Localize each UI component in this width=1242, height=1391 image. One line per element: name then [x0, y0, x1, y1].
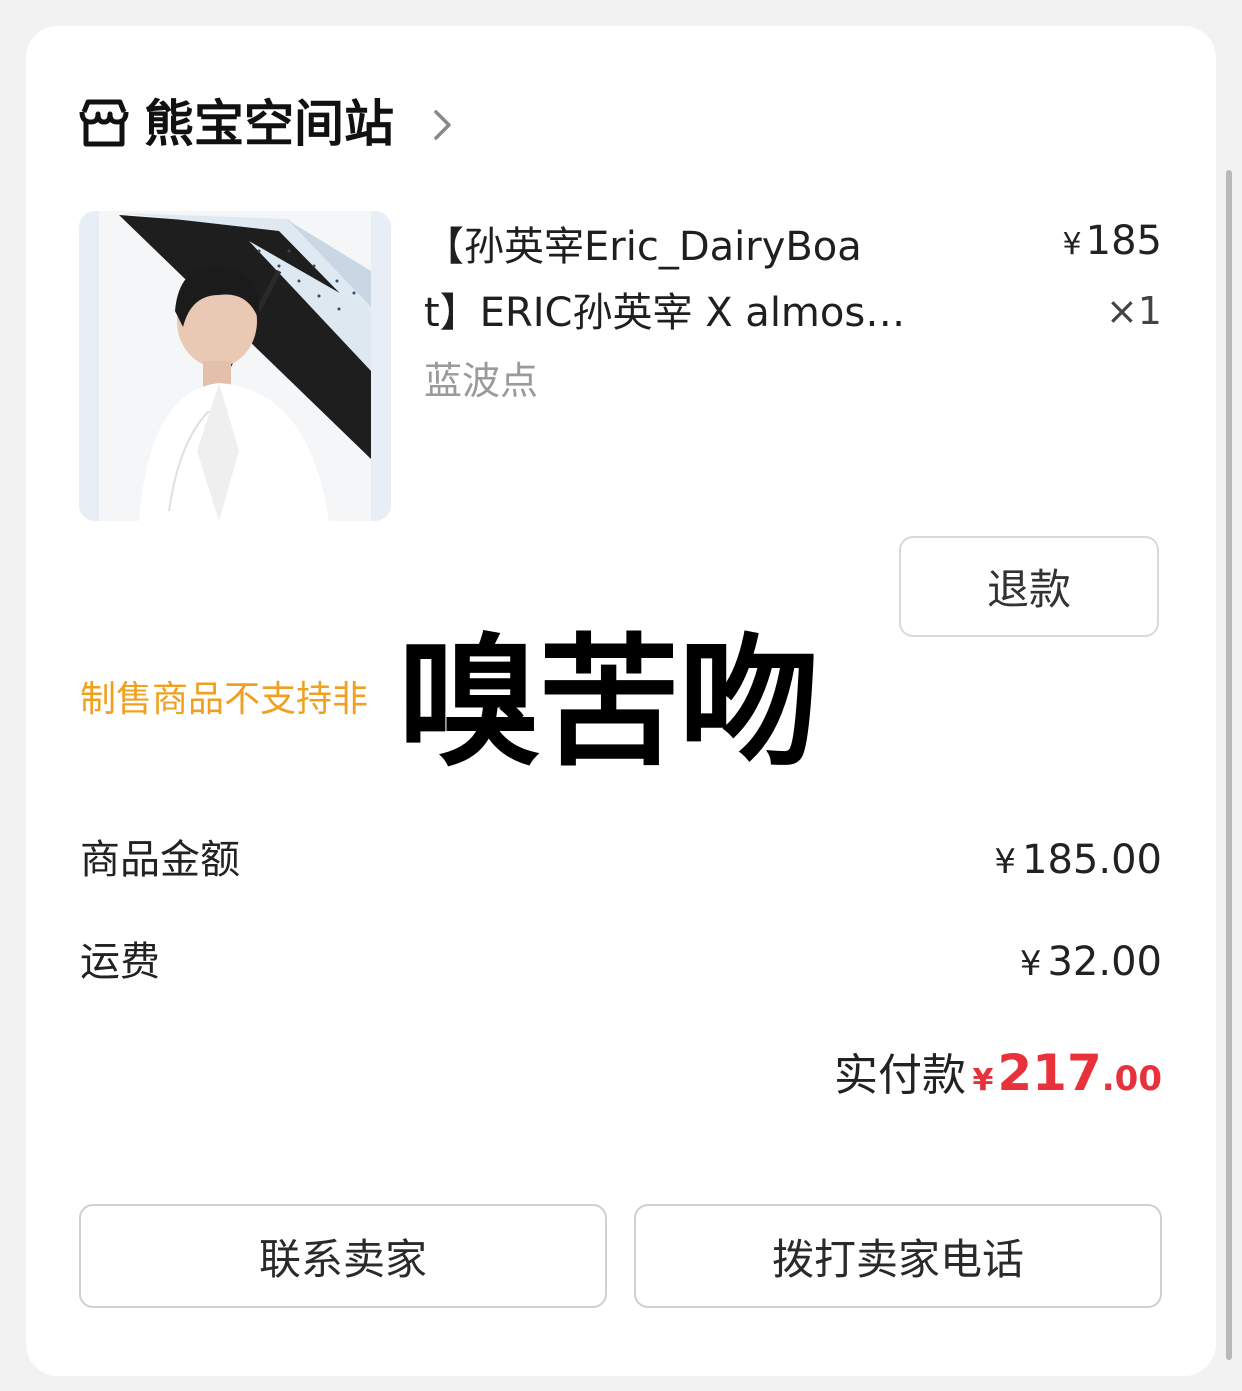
paid-amount-decimal: .00: [1101, 1059, 1162, 1099]
currency-symbol: ¥: [1062, 227, 1082, 262]
product-variant: 蓝波点: [424, 359, 539, 403]
shop-icon[interactable]: [78, 98, 130, 148]
shop-name[interactable]: 熊宝空间站: [144, 94, 394, 154]
goods-amount-number: 185.00: [1022, 837, 1162, 883]
product-title[interactable]: 【孙英宰Eric_DairyBoa t】ERIC孙英宰 X almos…: [424, 214, 984, 346]
order-card: 熊宝空间站 【孙英宰Eric_DairyBoa t】ERIC孙英宰 X almo…: [26, 26, 1216, 1376]
shipping-number: 32.00: [1047, 939, 1162, 985]
product-price: ¥185: [1063, 216, 1162, 270]
goods-amount-value: ¥185.00: [994, 832, 1162, 890]
product-thumbnail[interactable]: [79, 211, 391, 521]
currency-symbol: ¥: [1019, 944, 1042, 984]
paid-amount: ¥217.00: [973, 1040, 1162, 1118]
currency-symbol: ¥: [972, 1063, 994, 1098]
chevron-right-icon[interactable]: [431, 108, 455, 142]
paid-amount-integer: 217: [997, 1044, 1102, 1102]
shipping-label: 运费: [80, 939, 160, 985]
shipping-value: ¥32.00: [1020, 934, 1162, 992]
notice-text: 制售商品不支持非: [80, 679, 369, 720]
contact-seller-button[interactable]: 联系卖家: [79, 1204, 607, 1308]
call-seller-button[interactable]: 拨打卖家电话: [634, 1204, 1162, 1308]
product-quantity: ×1: [1105, 289, 1162, 333]
currency-symbol: ¥: [994, 842, 1017, 882]
price-value: 185: [1085, 218, 1162, 264]
paid-label: 实付款: [834, 1050, 966, 1101]
goods-amount-label: 商品金额: [80, 837, 240, 883]
overlay-sticker-text: 嗅苦吻: [386, 616, 830, 792]
product-title-line-2[interactable]: t】ERIC孙英宰 X almos…: [424, 280, 984, 346]
product-title-line-1[interactable]: 【孙英宰Eric_DairyBoa: [424, 214, 984, 280]
refund-button[interactable]: 退款: [899, 536, 1159, 637]
scrollbar[interactable]: [1226, 170, 1232, 1360]
